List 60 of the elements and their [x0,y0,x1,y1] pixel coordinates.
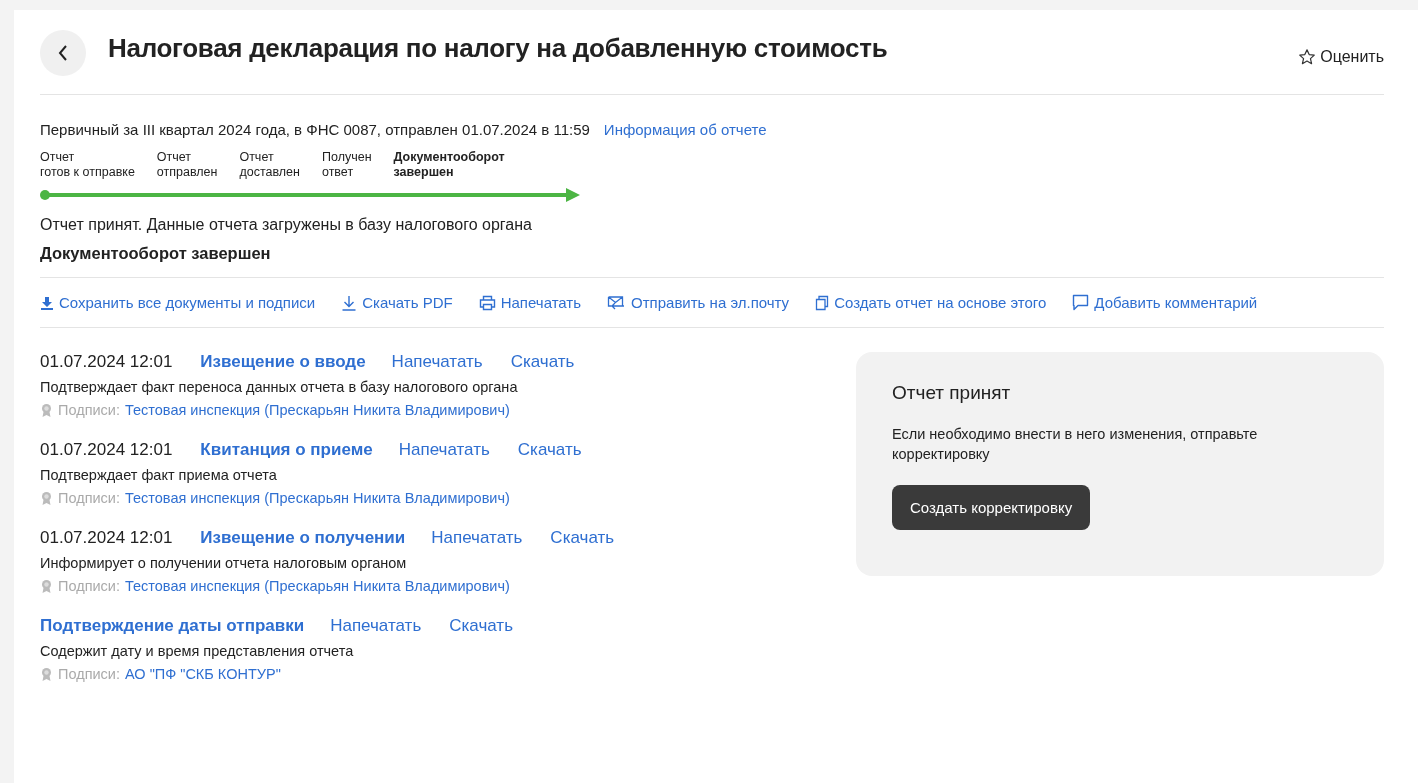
copy-icon [815,294,830,311]
medal-icon [40,578,53,594]
download-icon [341,294,358,311]
report-info-link[interactable]: Информация об отчете [603,121,767,138]
page-title: Налоговая декларация по налогу на добавленную стоимость [108,32,889,64]
document-date: 01.07.2024 12:01 [40,528,173,548]
print-link[interactable]: Напечатать [330,616,422,636]
print-link[interactable]: Напечатать [398,440,490,460]
document-link[interactable]: Квитанция о приеме [200,440,373,460]
document-link[interactable]: Извещение о получении [200,528,406,548]
signer-link[interactable]: Тестовая инспекция (Прескарьян Никита Владимирович) [124,490,510,506]
mail-icon [607,294,627,311]
document-link[interactable]: Подтверждение даты отправки [40,616,305,636]
chevron-left-icon [58,45,68,61]
document-description: Содержит дату и время представления отчета [40,643,355,659]
signatures-label: Подписи: [58,666,120,682]
document-description: Подтверждает факт приема отчета [40,467,278,483]
signatures-label: Подписи: [58,578,120,594]
action-link[interactable]: Сохранить все документы и подписи [40,294,316,311]
card-text: Если необходимо внести в него изменения, отправьте корректировку [892,425,1259,465]
action-link[interactable]: Скачать PDF [341,294,453,311]
status-title: Документооборот завершен [40,244,272,263]
progress-step: Отчет отправлен [156,150,218,180]
print-link[interactable]: Напечатать [391,352,483,372]
signatures-label: Подписи: [58,402,120,418]
action-link[interactable]: Напечатать [478,294,582,311]
download-link[interactable]: Скачать [550,528,615,548]
rate-button[interactable]: Оценить [1298,48,1384,66]
medal-icon [40,490,53,506]
progress-step: Отчет доставлен [239,150,300,180]
save-icon [40,295,54,310]
document-description: Информирует о получении отчета налоговым органом [40,555,408,571]
action-link[interactable]: Создать отчет на основе этого [815,294,1047,311]
signatures-label: Подписи: [58,490,120,506]
printer-icon [478,294,496,311]
document-link[interactable]: Извещение о вводе [200,352,366,372]
create-correction-button[interactable]: Создать корректировку [892,484,1091,530]
signer-link[interactable]: Тестовая инспекция (Прескарьян Никита Владимирович) [124,578,510,594]
medal-icon [40,402,53,418]
card-title: Отчет принят [892,382,1012,404]
document-description: Подтверждает факт переноса данных отчета в базу налогового органа [40,379,519,395]
progress-step: Отчет готов к отправке [40,150,135,180]
document-date: 01.07.2024 12:01 [40,440,173,460]
back-button[interactable] [40,30,86,76]
action-link[interactable]: Добавить комментарий [1072,294,1258,311]
signer-link[interactable]: Тестовая инспекция (Прескарьян Никита Владимирович) [124,402,510,418]
signer-link[interactable]: АО "ПФ "СКБ КОНТУР" [124,666,281,682]
star-icon [1298,48,1317,66]
document-date: 01.07.2024 12:01 [40,352,173,372]
progress-step: Получен ответ [321,150,372,180]
download-link[interactable]: Скачать [517,440,582,460]
download-link[interactable]: Скачать [510,352,575,372]
comment-icon [1072,294,1090,311]
report-summary: Первичный за III квартал 2024 года, в ФНС 0087, отправлен 01.07.2024 в 11:59 [40,121,590,138]
download-link[interactable]: Скачать [449,616,513,636]
print-link[interactable]: Напечатать [431,528,523,548]
medal-icon [40,666,53,682]
progress-step: Документооборот завершен [393,150,505,180]
action-link[interactable]: Отправить на эл.почту [607,294,790,311]
status-message: Отчет принят. Данные отчета загружены в базу налогового органа [40,216,533,234]
